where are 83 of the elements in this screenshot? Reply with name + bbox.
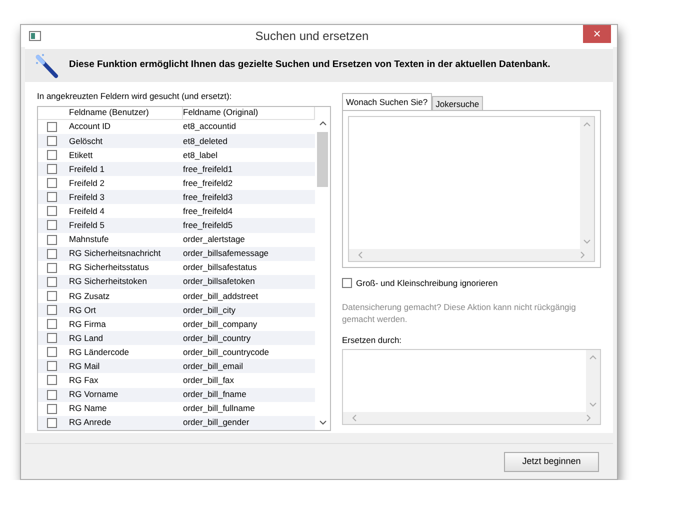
table-cell-text: et8_label [183,148,219,162]
table-cell-text: Freifeld 5 [68,219,106,232]
checkbox[interactable] [46,319,56,330]
magic-wand-icon [35,52,59,78]
scroll-up-icon[interactable] [318,120,326,128]
column-header[interactable]: Feldname (Benutzer) [65,106,183,120]
checkbox[interactable] [46,206,56,216]
window-title: Suchen und ersetzen [254,28,370,45]
checkbox[interactable] [46,178,56,188]
table-cell-text: RG Anrede [68,416,112,430]
table-cell-text: order_bill_city [183,304,236,316]
fields-label: In angekreuzten Feldern wird gesucht (und ersetzt): [37,90,233,103]
table-cell-text: Freifeld 3 [68,190,106,204]
checkbox-label: Groß- und Kleinschreibung ignorieren [356,277,498,290]
table-cell-text: RG Zusatz [68,290,111,302]
table-cell-text: order_billsafetoken [183,275,256,288]
window-icon [29,31,41,41]
checkbox[interactable] [46,404,56,414]
checkbox[interactable] [46,192,56,202]
table-cell-text: free_freifeld2 [183,176,234,190]
table-cell-text: RG Ort [68,304,97,316]
table-cell-text: RG Fax [68,374,100,387]
table-cell-text: et8_deleted [183,134,228,148]
tab[interactable]: Jokersuche [432,96,484,110]
table-cell-text: order_bill_email [183,360,244,373]
checkbox[interactable] [46,361,56,372]
table-cell-text: order_bill_fname [183,388,248,401]
table-cell-text: order_billsafestatus [183,261,258,274]
table-cell-text: RG Land [68,332,104,345]
table-cell-text: order_bill_country [183,332,252,345]
checkbox[interactable] [46,347,56,358]
table-cell-text: Freifeld 4 [68,204,106,218]
start-button[interactable]: Jetzt beginnen [504,452,599,472]
table-cell-text: RG Mail [68,360,101,373]
table-cell-text: et8_accountid [183,120,237,134]
table-cell-text: Etikett [68,148,94,162]
checkbox[interactable] [46,290,56,301]
checkbox[interactable] [46,262,56,273]
table-cell-text: order_billsafemessage [183,247,270,260]
table-cell-text: order_bill_company [183,318,258,330]
table-cell-text: order_bill_fullname [183,402,256,416]
table-cell-text: order_bill_addstreet [183,290,260,302]
table-cell-text: Freifeld 2 [68,176,106,190]
checkbox[interactable] [46,276,56,287]
checkbox[interactable] [46,305,56,316]
table-cell-text: Account ID [68,120,112,134]
table-cell-text: RG Firma [68,318,107,330]
tab[interactable]: Wonach Suchen Sie? [342,93,432,110]
table-cell-text: RG Sicherheitsnachricht [68,247,162,260]
table-cell-text: free_freifeld4 [183,204,234,218]
checkbox[interactable] [46,333,56,344]
table-cell-text: order_bill_fax [183,374,236,387]
table-cell-text: order_bill_gender [183,416,250,430]
table-cell-text: RG Sicherheitsstatus [68,261,150,274]
checkbox[interactable] [46,164,56,174]
checkbox[interactable] [342,278,352,288]
scrollbar-thumb[interactable] [317,132,328,187]
checkbox[interactable] [46,220,56,230]
table-cell-text: free_freifeld1 [183,162,234,176]
table-cell-text: RG Ländercode [68,346,130,359]
table-cell-text: Gelöscht [68,134,104,148]
close-button[interactable]: × [583,25,611,43]
table-cell-text: RG Vorname [68,388,120,401]
replace-label: Ersetzen durch: [342,334,403,346]
checkbox[interactable] [46,418,56,428]
table-cell-text: RG Sicherheitstoken [68,275,148,288]
table-cell-text: free_freifeld5 [183,219,234,232]
warning-text: Datensicherung gemacht? Diese Aktion kann nicht rückgängig gemacht werden. [342,302,577,326]
table-cell-text: free_freifeld3 [183,190,234,204]
table-cell-text: RG Name [68,402,108,416]
checkbox[interactable] [46,234,56,245]
checkbox[interactable] [46,248,56,259]
checkbox[interactable] [46,122,56,132]
checkbox[interactable] [46,375,56,386]
checkbox[interactable] [46,150,56,160]
table-cell-text: Freifeld 1 [68,162,106,176]
table-cell-text: Mahnstufe [68,233,110,246]
checkbox[interactable] [46,136,56,146]
checkbox[interactable] [46,390,56,400]
table-cell-text: order_alertstage [183,233,246,246]
table-cell-text: order_bill_countrycode [183,346,270,359]
scroll-down-icon[interactable] [318,418,326,426]
description-text: Diese Funktion ermöglicht Ihnen das gezielte Suchen und Ersetzen von Texten in der aktuellen Datenbank. [69,58,550,72]
